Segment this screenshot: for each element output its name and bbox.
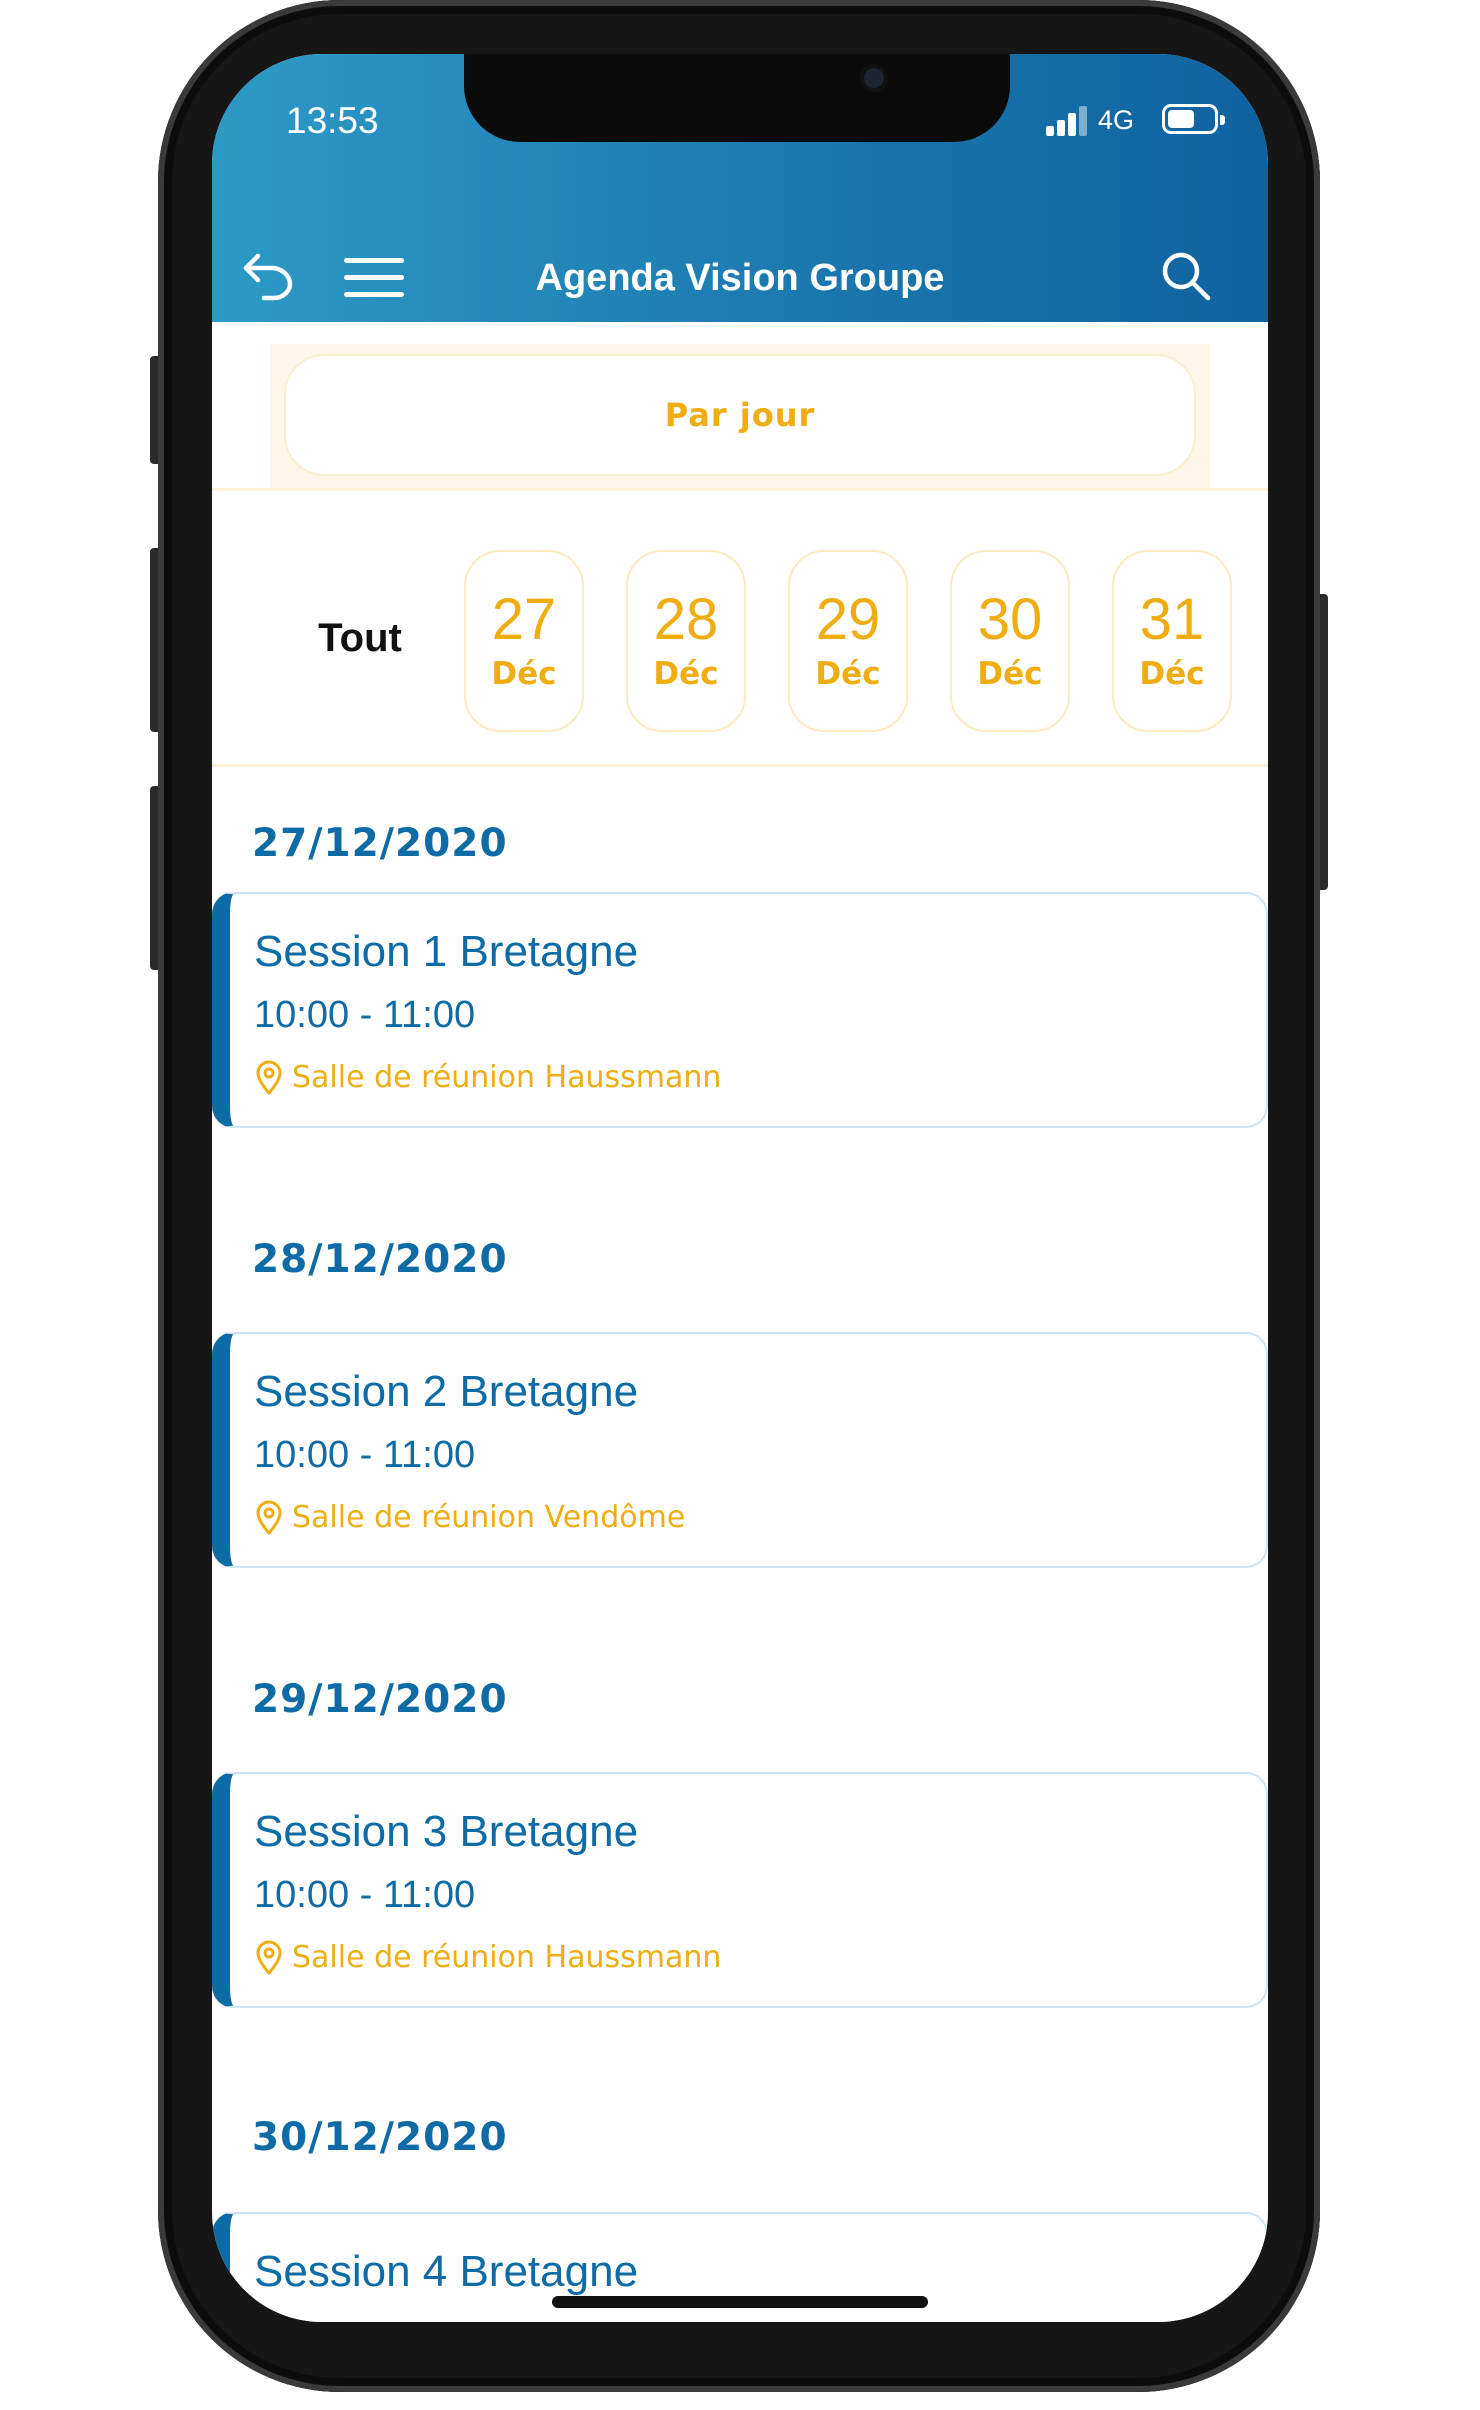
date-chip-day: 27 bbox=[491, 587, 557, 652]
event-title: Session 1 Bretagne bbox=[254, 927, 639, 976]
date-heading: 27/12/2020 bbox=[252, 821, 508, 866]
event-card[interactable]: Session 2 Bretagne 10:00 - 11:00 Salle d… bbox=[212, 1332, 1268, 1568]
divider bbox=[212, 764, 1268, 767]
battery-icon bbox=[1162, 104, 1225, 134]
date-chip-28[interactable]: 28 Déc bbox=[626, 550, 746, 732]
home-indicator[interactable] bbox=[552, 2296, 928, 2308]
date-chip-30[interactable]: 30 Déc bbox=[950, 550, 1070, 732]
event-title: Session 3 Bretagne bbox=[254, 1807, 639, 1856]
date-heading: 30/12/2020 bbox=[252, 2115, 508, 2160]
status-time: 13:53 bbox=[286, 100, 379, 141]
search-icon[interactable] bbox=[1156, 246, 1216, 306]
phone-notch bbox=[464, 54, 1010, 142]
front-camera-icon bbox=[864, 68, 884, 88]
date-heading: 29/12/2020 bbox=[252, 1677, 508, 1722]
event-title: Session 2 Bretagne bbox=[254, 1367, 639, 1416]
event-location: Salle de réunion Haussmann bbox=[292, 1940, 722, 1975]
date-chip-27[interactable]: 27 Déc bbox=[464, 550, 584, 732]
location-pin-icon bbox=[256, 1940, 282, 1976]
event-card[interactable]: Session 3 Bretagne 10:00 - 11:00 Salle d… bbox=[212, 1772, 1268, 2008]
date-chip-day: 31 bbox=[1139, 587, 1205, 652]
date-chip-month: Déc bbox=[815, 656, 881, 692]
date-chip-29[interactable]: 29 Déc bbox=[788, 550, 908, 732]
event-card[interactable]: Session 1 Bretagne 10:00 - 11:00 Salle d… bbox=[212, 892, 1268, 1128]
date-chip-month: Déc bbox=[653, 656, 719, 692]
divider bbox=[212, 488, 1268, 491]
location-pin-icon bbox=[256, 1060, 282, 1096]
date-heading: 28/12/2020 bbox=[252, 1237, 508, 1282]
location-pin-icon bbox=[256, 1500, 282, 1536]
date-chip-month: Déc bbox=[1139, 656, 1205, 692]
network-type-label: 4G bbox=[1098, 105, 1135, 135]
cellular-signal-icon bbox=[1046, 106, 1088, 136]
back-arrow-icon[interactable] bbox=[240, 246, 296, 302]
event-time: 10:00 - 11:00 bbox=[254, 1874, 476, 1916]
event-title: Session 4 Bretagne bbox=[254, 2247, 639, 2296]
date-chip-month: Déc bbox=[491, 656, 557, 692]
page-title: Agenda Vision Groupe bbox=[535, 257, 945, 299]
filter-all-dates[interactable]: Tout bbox=[290, 608, 430, 668]
date-chip-day: 30 bbox=[977, 587, 1043, 652]
date-chip-day: 28 bbox=[653, 587, 719, 652]
event-location: Salle de réunion Haussmann bbox=[292, 1060, 722, 1095]
event-time: 10:00 - 11:00 bbox=[254, 994, 476, 1036]
app-screen: 13:53 4G Agenda Vision Groupe Par jour T… bbox=[212, 54, 1268, 2322]
date-chip-day: 29 bbox=[815, 587, 881, 652]
event-location: Salle de réunion Vendôme bbox=[292, 1500, 686, 1535]
event-time: 10:00 - 11:00 bbox=[254, 1434, 476, 1476]
par-jour-button[interactable]: Par jour bbox=[284, 354, 1196, 476]
date-chip-31[interactable]: 31 Déc bbox=[1112, 550, 1232, 732]
hamburger-menu-icon[interactable] bbox=[344, 258, 404, 298]
date-chip-month: Déc bbox=[977, 656, 1043, 692]
